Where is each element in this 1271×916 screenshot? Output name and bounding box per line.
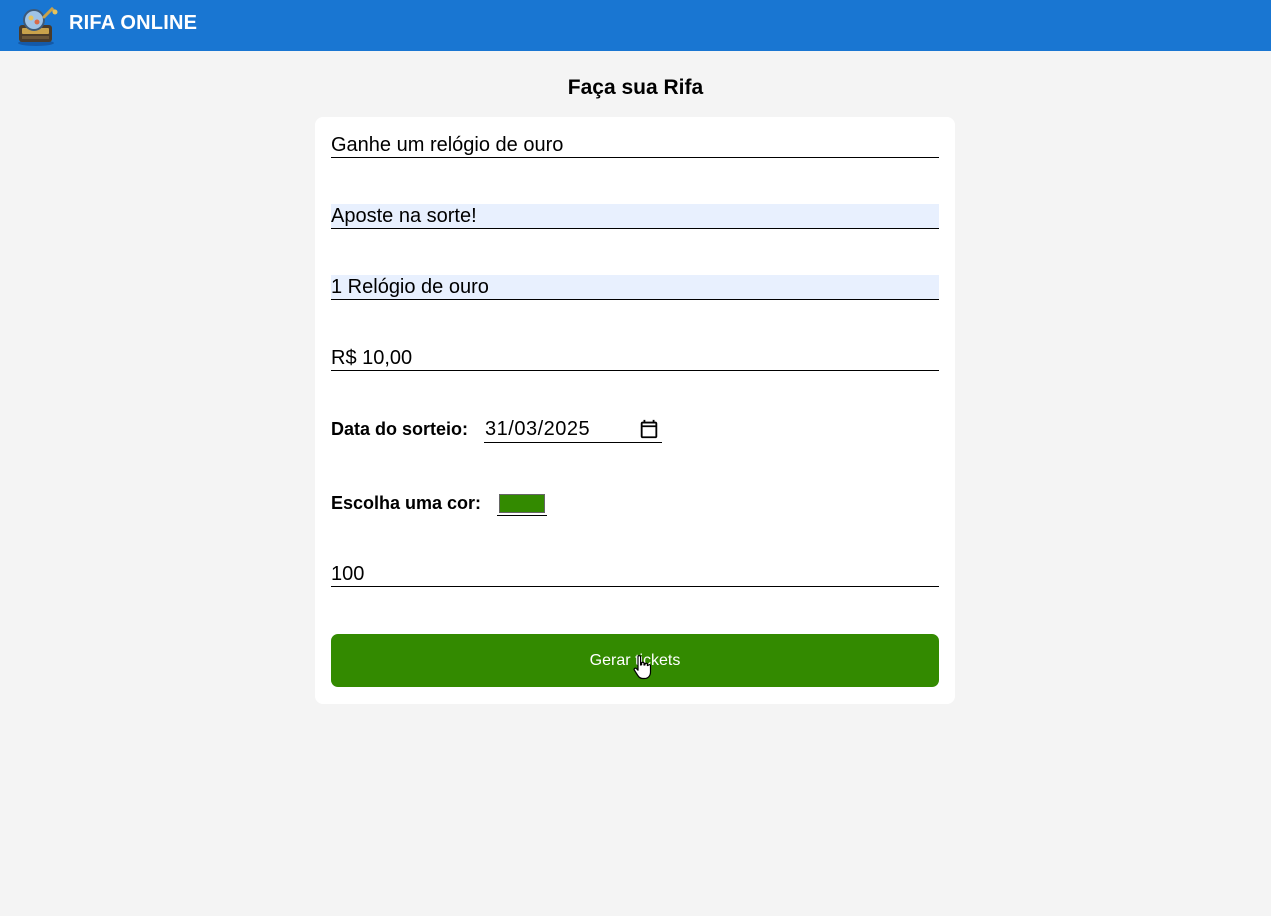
- raffle-form-card: Data do sorteio: 31/03/2025 Escolha uma …: [315, 117, 955, 704]
- draw-date-value: 31/03/2025: [485, 417, 591, 440]
- color-row: Escolha uma cor:: [331, 491, 548, 516]
- raffle-machine-logo-icon[interactable]: [14, 3, 58, 47]
- draw-date-input[interactable]: 31/03/2025: [484, 416, 663, 443]
- hand-pointer-cursor-icon: [633, 655, 652, 680]
- raffle-title-input[interactable]: [331, 133, 939, 158]
- app-brand[interactable]: RIFA ONLINE: [69, 12, 197, 35]
- draw-date-label: Data do sorteio:: [331, 419, 469, 439]
- draw-date-row: Data do sorteio: 31/03/2025: [331, 416, 663, 443]
- page-title: Faça sua Rifa: [567, 76, 704, 99]
- color-swatch: [499, 493, 546, 513]
- color-picker-input[interactable]: [497, 491, 548, 516]
- raffle-description-input[interactable]: [331, 204, 939, 229]
- top-app-bar: RIFA ONLINE: [0, 0, 1271, 51]
- color-label: Escolha uma cor:: [331, 493, 482, 513]
- ticket-price-input[interactable]: [331, 346, 939, 371]
- ticket-quantity-input[interactable]: [331, 562, 939, 587]
- raffle-prize-input[interactable]: [331, 275, 939, 300]
- calendar-icon[interactable]: [638, 418, 660, 440]
